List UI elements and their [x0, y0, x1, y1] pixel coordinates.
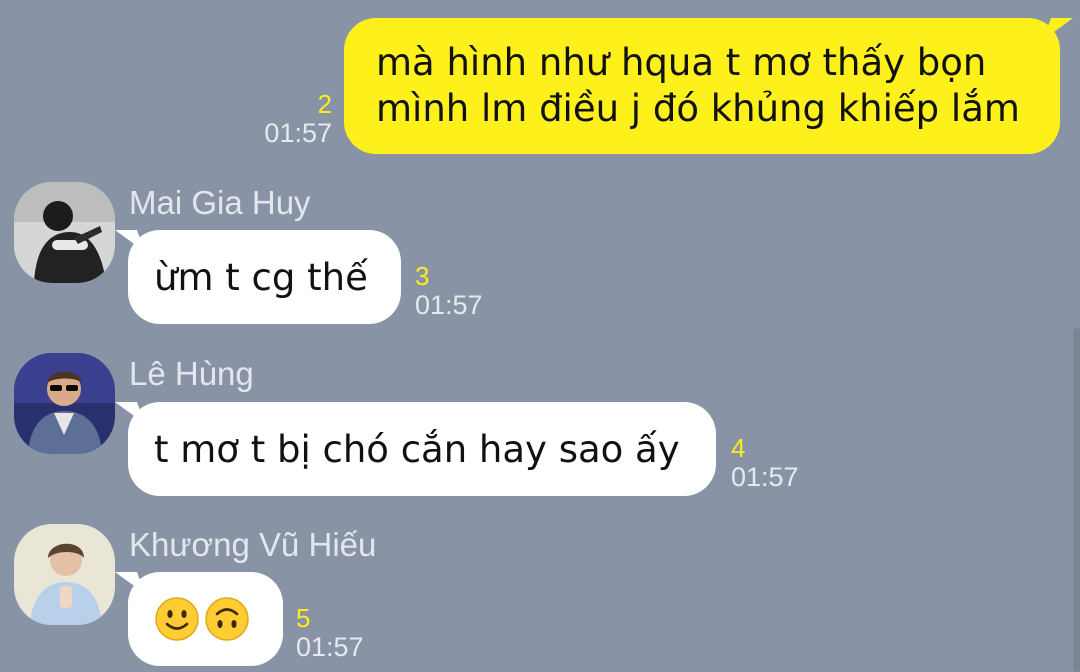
- unread-count: 3: [415, 261, 430, 291]
- message-text-line: mình lm điều j đó khủng khiếp lắm: [376, 87, 1020, 130]
- slightly-smiling-face-icon: [154, 596, 200, 642]
- message-text-line: mà hình như hqua t mơ thấy bọn: [376, 41, 987, 84]
- avatar[interactable]: [14, 182, 115, 283]
- message-time: 01:57: [296, 632, 364, 662]
- sender-name: Lê Hùng: [129, 355, 254, 392]
- message-time: 01:57: [264, 118, 332, 148]
- outgoing-message-bubble[interactable]: mà hình như hqua t mơ thấy bọn mình lm đ…: [344, 18, 1060, 154]
- unread-count: 4: [731, 433, 746, 463]
- message-text: t mơ t bị chó cắn hay sao ấy: [154, 427, 680, 471]
- chat-message-list[interactable]: 2 01:57 mà hình như hqua t mơ thấy bọn m…: [0, 0, 1080, 672]
- message-meta: 5 01:57: [296, 604, 364, 662]
- incoming-message-bubble[interactable]: t mơ t bị chó cắn hay sao ấy: [128, 402, 716, 496]
- sender-name: Khương Vũ Hiếu: [129, 526, 377, 563]
- unread-count: 5: [296, 603, 311, 633]
- message-time: 01:57: [731, 462, 799, 492]
- incoming-message-bubble[interactable]: ừm t cg thế: [128, 230, 401, 324]
- upside-down-face-icon: [204, 596, 250, 642]
- message-text: ừm t cg thế: [154, 255, 368, 299]
- avatar[interactable]: [14, 353, 115, 454]
- avatar[interactable]: [14, 524, 115, 625]
- scrollbar[interactable]: [1073, 328, 1080, 672]
- message-meta: 3 01:57: [415, 262, 483, 320]
- message-meta: 4 01:57: [731, 434, 799, 492]
- message-meta: 2 01:57: [254, 90, 332, 148]
- unread-count: 2: [317, 89, 332, 119]
- incoming-message-bubble[interactable]: [128, 572, 283, 666]
- sender-name: Mai Gia Huy: [129, 184, 311, 221]
- message-time: 01:57: [415, 290, 483, 320]
